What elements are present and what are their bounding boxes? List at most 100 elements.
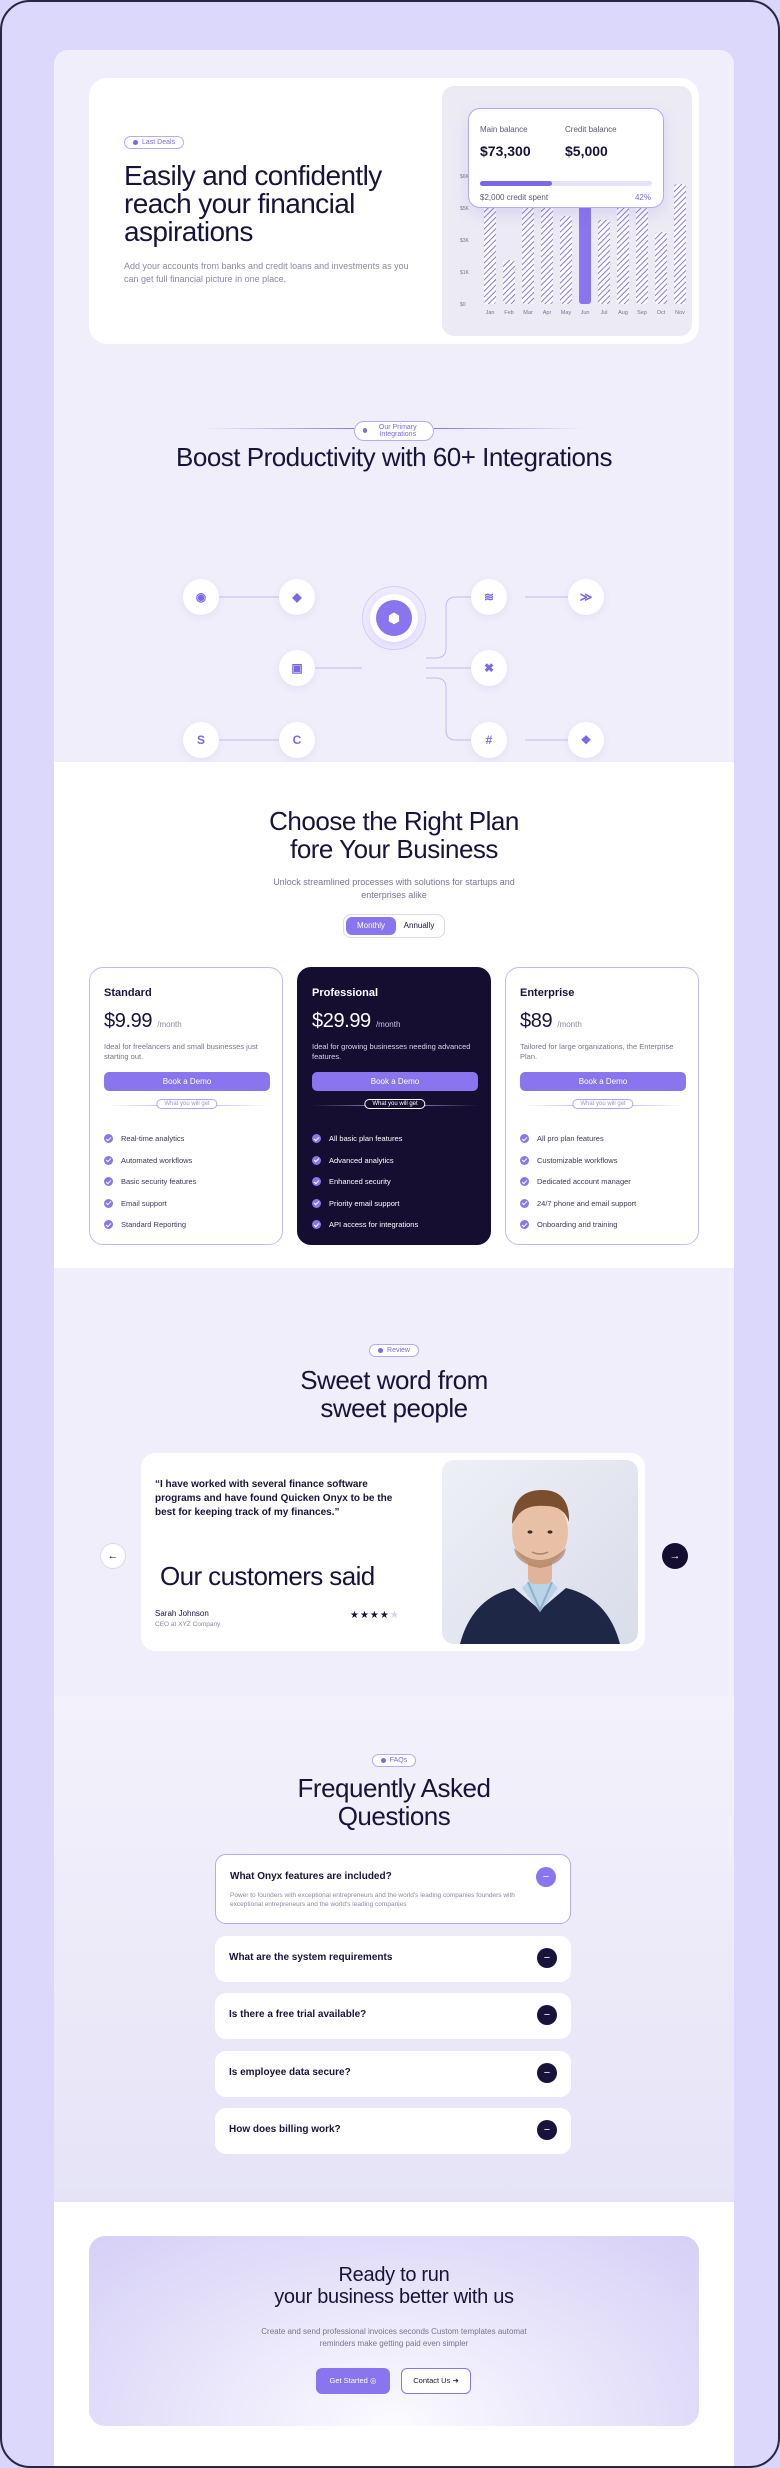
- tag-line-left: [204, 428, 354, 429]
- plan-card-professional: Professional $29.99 /month Ideal for gro…: [297, 967, 491, 1245]
- testimonial-heading: Our customers said: [160, 1561, 375, 1591]
- expand-icon[interactable]: −: [537, 2005, 557, 2025]
- c-logo-icon: C: [279, 722, 315, 758]
- x-tick-label: Aug: [618, 310, 628, 316]
- plan-period: /month: [375, 1020, 401, 1029]
- pricing-title-line1: Choose the Right Plan: [269, 806, 519, 836]
- testimonials-title-line2: sweet people: [320, 1393, 468, 1423]
- hero-subtitle: Add your accounts from banks and credit …: [124, 261, 409, 284]
- check-icon: [312, 1220, 321, 1230]
- feature-item: Real-time analytics: [104, 1128, 196, 1150]
- collapse-icon[interactable]: −: [536, 1867, 556, 1887]
- plan-description: Ideal for growing businesses needing adv…: [312, 1042, 471, 1061]
- chart-bar: [636, 204, 648, 304]
- faq-item[interactable]: Is there a free trial available? −: [215, 1993, 571, 2039]
- integrations-tag-label: Our Primary Integrations: [378, 423, 417, 438]
- skype-icon: S: [183, 722, 219, 758]
- tag-dot-icon: [363, 428, 367, 433]
- layers-icon: ≫: [568, 579, 604, 615]
- check-icon: [104, 1177, 113, 1187]
- feature-label: Customizable workflows: [537, 1155, 618, 1165]
- testimonial-card: “I have worked with several finance soft…: [141, 1453, 645, 1651]
- pricing-section: Choose the Right Plan fore Your Business…: [54, 762, 734, 1268]
- hero-section: Last Deals Easily and confidently reach …: [89, 78, 699, 344]
- square-icon: ▣: [279, 650, 315, 686]
- billing-toggle: Monthly Annually: [343, 914, 445, 938]
- feature-label: 24/7 phone and email support: [537, 1198, 637, 1208]
- x-tick-label: Apr: [543, 310, 552, 316]
- hero-badge: Last Deals: [124, 136, 185, 149]
- chart-bar: [598, 220, 610, 304]
- faq-item-open[interactable]: What Onyx features are included? − Power…: [215, 1854, 571, 1924]
- prev-arrow-icon[interactable]: ←: [100, 1543, 126, 1569]
- feature-label: Dedicated account manager: [537, 1177, 631, 1187]
- toggle-monthly[interactable]: Monthly: [346, 917, 396, 935]
- cta-card: Ready to run your business better with us…: [89, 2236, 699, 2426]
- feature-label: Automated workflows: [121, 1155, 193, 1165]
- arrow-right-icon: ➔: [452, 2376, 459, 2385]
- feature-item: Basic security features: [104, 1171, 196, 1193]
- expand-icon[interactable]: −: [537, 2120, 557, 2140]
- get-started-label: Get Started: [329, 2376, 368, 2385]
- credit-balance-label: Credit balance: [565, 125, 617, 134]
- feature-label: Real-time analytics: [121, 1134, 185, 1144]
- get-started-button[interactable]: Get Started ◎: [316, 2368, 390, 2394]
- contact-us-button[interactable]: Contact Us ➔: [401, 2368, 471, 2394]
- feature-item: Automated workflows: [104, 1150, 196, 1172]
- feature-item: Onboarding and training: [520, 1214, 636, 1236]
- feature-label: Basic security features: [121, 1177, 197, 1187]
- faq-item[interactable]: What are the system requirements −: [215, 1936, 571, 1982]
- feature-item: Email support: [104, 1193, 196, 1215]
- book-demo-button[interactable]: Book a Demo: [520, 1072, 686, 1091]
- credit-progress-fill: [480, 181, 553, 186]
- integration-connectors: [201, 596, 568, 741]
- review-tag-wrap: Review: [54, 1340, 734, 1358]
- feature-label: Standard Reporting: [121, 1220, 187, 1230]
- feature-item: 24/7 phone and email support: [520, 1193, 636, 1215]
- tag-dot-icon: [380, 1758, 386, 1763]
- testimonials-title-line1: Sweet word from: [300, 1365, 488, 1395]
- check-icon: [520, 1177, 529, 1187]
- x-tick-label: Jul: [600, 310, 607, 316]
- x-tick-label: Sep: [637, 310, 647, 316]
- tag-line-right: [434, 428, 584, 429]
- book-demo-button[interactable]: Book a Demo: [104, 1072, 270, 1091]
- credit-progress-bar: [480, 181, 652, 186]
- feature-list: Real-time analytics Automated workflows …: [104, 1128, 196, 1236]
- next-arrow-icon[interactable]: →: [662, 1543, 688, 1569]
- x-tick-label: Jan: [486, 310, 495, 316]
- x-tick-label: Mar: [523, 310, 533, 316]
- feature-item: Enhanced security: [312, 1171, 418, 1193]
- book-demo-button[interactable]: Book a Demo: [312, 1072, 478, 1091]
- plan-price: $9.99: [104, 1010, 153, 1032]
- feature-item: Advanced analytics: [312, 1150, 418, 1172]
- faq-item[interactable]: How does billing work? −: [215, 2108, 571, 2154]
- separator-label: What you will get: [364, 1099, 426, 1109]
- feature-label: Priority email support: [329, 1198, 400, 1208]
- x-tick-label: Nov: [675, 310, 685, 316]
- faq-section: FAQs Frequently Asked Questions What Ony…: [54, 1696, 734, 2202]
- feature-item: All pro plan features: [520, 1128, 636, 1150]
- toggle-annually[interactable]: Annually: [396, 917, 442, 935]
- portrait-illustration: [460, 1490, 620, 1644]
- faq-question: How does billing work?: [229, 2124, 341, 2135]
- faq-title-line1: Frequently Asked: [297, 1773, 491, 1803]
- plan-period: /month: [157, 1020, 182, 1029]
- expand-icon[interactable]: −: [537, 1948, 557, 1968]
- feature-label: All basic plan features: [329, 1134, 403, 1144]
- stars-filled: ★★★★: [350, 1610, 390, 1621]
- plan-card-standard: Standard $9.99 /month Ideal for freelanc…: [89, 967, 283, 1245]
- main-balance-label: Main balance: [480, 125, 528, 134]
- integrations-tag: Our Primary Integrations: [354, 420, 434, 441]
- check-icon: [520, 1220, 529, 1230]
- testimonial-quote: “I have worked with several finance soft…: [155, 1479, 393, 1518]
- cta-title-line2: your business better with us: [274, 2286, 514, 2308]
- credit-percent: 42%: [634, 193, 651, 202]
- y-tick-label: $0: [460, 302, 466, 308]
- diamond-icon: ❖: [568, 722, 604, 758]
- faq-tag-wrap: FAQs: [54, 1750, 734, 1768]
- faq-item[interactable]: Is employee data secure? −: [215, 2051, 571, 2097]
- plan-price-wrap: $9.99 /month: [104, 1010, 182, 1033]
- credit-spent: $2,000 credit spent: [480, 193, 549, 202]
- expand-icon[interactable]: −: [537, 2063, 557, 2083]
